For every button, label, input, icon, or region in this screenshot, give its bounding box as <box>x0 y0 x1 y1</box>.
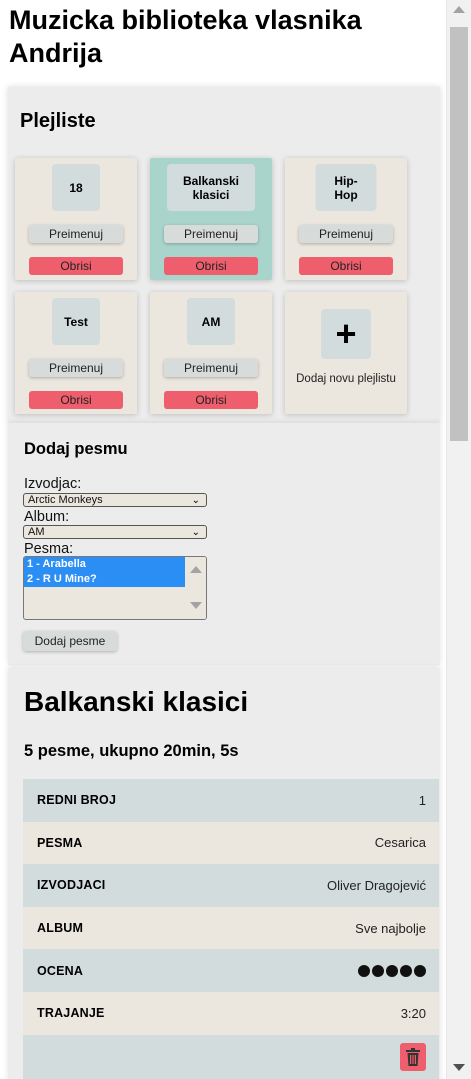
row-key: TRAJANJE <box>37 1006 105 1021</box>
rename-button[interactable]: Preimenuj <box>299 225 393 243</box>
row-value: Oliver Dragojević <box>327 877 426 893</box>
row-value: 3:20 <box>400 1005 426 1021</box>
table-row: TRAJANJE 3:20 <box>23 991 439 1035</box>
rating-star-icon[interactable] <box>386 964 398 977</box>
playlist-detail-panel: Balkanski klasici 5 pesme, ukupno 20min,… <box>8 668 440 1079</box>
rating-star-icon[interactable] <box>358 964 370 977</box>
scrollbar-thumb[interactable] <box>450 27 468 441</box>
delete-button[interactable]: Obrisi <box>299 257 393 275</box>
playlist-name: Hip-Hop <box>315 164 377 211</box>
rename-button[interactable]: Preimenuj <box>29 225 123 243</box>
playlists-heading: Plejliste <box>20 110 96 132</box>
playlist-card-hip-hop[interactable]: Hip-Hop Preimenuj Obrisi <box>285 158 407 280</box>
song-option[interactable]: 1 - Arabella <box>24 557 185 572</box>
table-row: REDNI BROJ 1 <box>23 779 439 822</box>
scroll-down-icon[interactable] <box>190 602 202 609</box>
table-row: ALBUM Sve najbolje <box>23 906 439 950</box>
table-row: PESMA Cesarica <box>23 821 439 865</box>
add-playlist-card[interactable]: + Dodaj novu plejlistu <box>285 292 407 414</box>
artist-select-value: Arctic Monkeys <box>28 494 103 506</box>
add-song-heading: Dodaj pesmu <box>24 440 128 458</box>
artist-select[interactable]: Arctic Monkeys ⌄ <box>23 493 207 507</box>
song-label: Pesma: <box>24 541 74 557</box>
scroll-up-icon[interactable] <box>453 6 465 13</box>
chevron-down-icon: ⌄ <box>191 527 200 538</box>
song-detail-table: REDNI BROJ 1 PESMA Cesarica IZVODJACI Ol… <box>23 779 439 1079</box>
trash-icon[interactable] <box>400 1042 426 1071</box>
row-key: PESMA <box>37 835 83 850</box>
row-key: IZVODJACI <box>37 878 106 893</box>
playlist-card-test[interactable]: Test Preimenuj Obrisi <box>15 292 137 414</box>
playlist-card-balkanski-klasici[interactable]: Balkanski klasici Preimenuj Obrisi <box>150 158 272 280</box>
add-song-panel: Dodaj pesmu Izvodjac: Arctic Monkeys ⌄ A… <box>8 423 440 665</box>
table-row: OCENA <box>23 949 439 992</box>
row-value: Sve najbolje <box>355 920 426 936</box>
row-key: OCENA <box>37 963 84 978</box>
list-scrollbar[interactable] <box>186 557 206 619</box>
playlist-name: Balkanski klasici <box>167 164 255 211</box>
app-title: Muzicka biblioteka vlasnika Andrija <box>9 5 362 68</box>
playlist-name: 18 <box>52 164 100 211</box>
playlists-panel: Plejliste 18 Preimenuj Obrisi Balkanski … <box>8 87 440 423</box>
rename-button[interactable]: Preimenuj <box>164 359 258 377</box>
row-value: 1 <box>418 792 426 808</box>
rename-button[interactable]: Preimenuj <box>29 359 123 377</box>
scroll-up-icon[interactable] <box>190 566 202 573</box>
album-select[interactable]: AM ⌄ <box>23 525 207 539</box>
rating-stars[interactable] <box>358 964 426 977</box>
row-value: Cesarica <box>374 835 426 851</box>
delete-button[interactable]: Obrisi <box>29 391 123 409</box>
delete-button[interactable]: Obrisi <box>164 257 258 275</box>
artist-label: Izvodjac: <box>24 476 82 492</box>
playlist-detail-title: Balkanski klasici <box>24 686 249 717</box>
plus-icon[interactable]: + <box>321 309 371 359</box>
row-key: ALBUM <box>37 921 84 936</box>
rating-star-icon[interactable] <box>400 964 412 977</box>
row-key: REDNI BROJ <box>37 793 117 808</box>
add-playlist-label: Dodaj novu plejlistu <box>296 373 396 385</box>
add-songs-button[interactable]: Dodaj pesme <box>23 631 117 651</box>
playlist-card-18[interactable]: 18 Preimenuj Obrisi <box>15 158 137 280</box>
delete-button[interactable]: Obrisi <box>29 257 123 275</box>
album-label: Album: <box>24 509 70 525</box>
table-row: IZVODJACI Oliver Dragojević <box>23 864 439 907</box>
page: Muzicka biblioteka vlasnika Andrija Plej… <box>0 0 446 1079</box>
song-option[interactable]: 2 - R U Mine? <box>24 572 185 587</box>
table-row-actions <box>23 1034 439 1079</box>
rating-star-icon[interactable] <box>414 964 426 977</box>
playlist-summary: 5 pesme, ukupno 20min, 5s <box>24 742 239 760</box>
playlist-card-am[interactable]: AM Preimenuj Obrisi <box>150 292 272 414</box>
delete-button[interactable]: Obrisi <box>164 391 258 409</box>
song-multiselect[interactable]: 1 - Arabella 2 - R U Mine? <box>23 556 207 620</box>
chevron-down-icon: ⌄ <box>191 495 200 506</box>
album-select-value: AM <box>28 526 45 538</box>
scroll-down-icon[interactable] <box>453 1064 465 1071</box>
page-scrollbar[interactable] <box>446 0 471 1079</box>
playlist-name: Test <box>52 298 100 345</box>
rating-star-icon[interactable] <box>372 964 384 977</box>
playlist-name: AM <box>187 298 235 345</box>
rename-button[interactable]: Preimenuj <box>164 225 258 243</box>
